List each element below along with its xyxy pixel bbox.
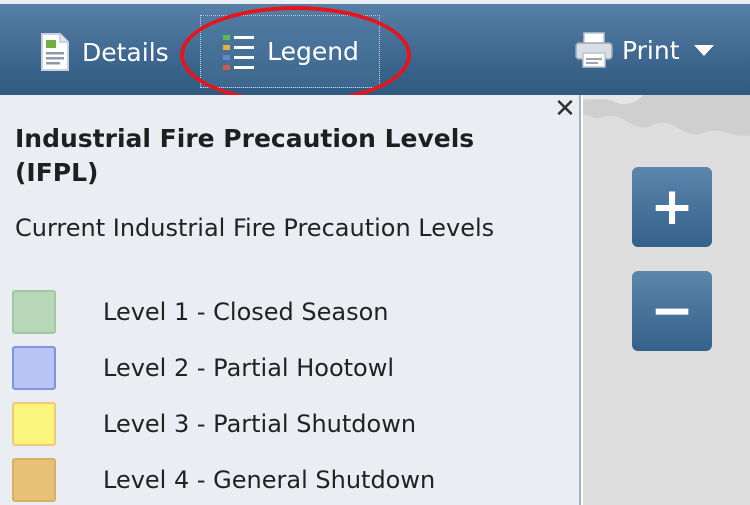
legend-item-label: Level 2 - Partial Hootowl: [103, 354, 395, 382]
legend-subtitle: Current Industrial Fire Precaution Level…: [15, 214, 495, 242]
legend-item-level-1: Level 1 - Closed Season: [12, 284, 435, 340]
details-button-label: Details: [82, 37, 169, 67]
map-view[interactable]: + −: [583, 95, 750, 505]
legend-swatch-level-3: [12, 402, 56, 446]
legend-item-level-2: Level 2 - Partial Hootowl: [12, 340, 435, 396]
legend-item-label: Level 4 - General Shutdown: [103, 466, 436, 494]
legend-panel: ✕ Industrial Fire Precaution Levels (IFP…: [0, 95, 581, 505]
details-document-icon: [41, 33, 69, 71]
print-button[interactable]: Print: [574, 30, 714, 70]
legend-item-level-4: Level 4 - General Shutdown: [12, 452, 435, 505]
print-button-label: Print: [622, 35, 680, 65]
zoom-out-button[interactable]: −: [632, 271, 712, 351]
legend-list: Level 1 - Closed Season Level 2 - Partia…: [12, 284, 435, 505]
highlight-ellipse: [180, 6, 411, 104]
legend-item-label: Level 1 - Closed Season: [103, 298, 389, 326]
legend-title: Industrial Fire Precaution Levels (IFPL): [15, 124, 475, 187]
legend-item-label: Level 3 - Partial Shutdown: [103, 410, 417, 438]
legend-swatch-level-4: [12, 458, 56, 502]
details-button[interactable]: Details: [38, 32, 169, 72]
caret-down-icon[interactable]: [693, 44, 714, 56]
legend-swatch-level-2: [12, 346, 56, 390]
toolbar: Details Legend Print: [0, 0, 750, 104]
legend-swatch-level-1: [12, 290, 56, 334]
legend-item-level-3: Level 3 - Partial Shutdown: [12, 396, 435, 452]
zoom-in-button[interactable]: +: [632, 167, 712, 247]
printer-icon: [575, 32, 613, 68]
close-icon[interactable]: ✕: [551, 95, 579, 123]
